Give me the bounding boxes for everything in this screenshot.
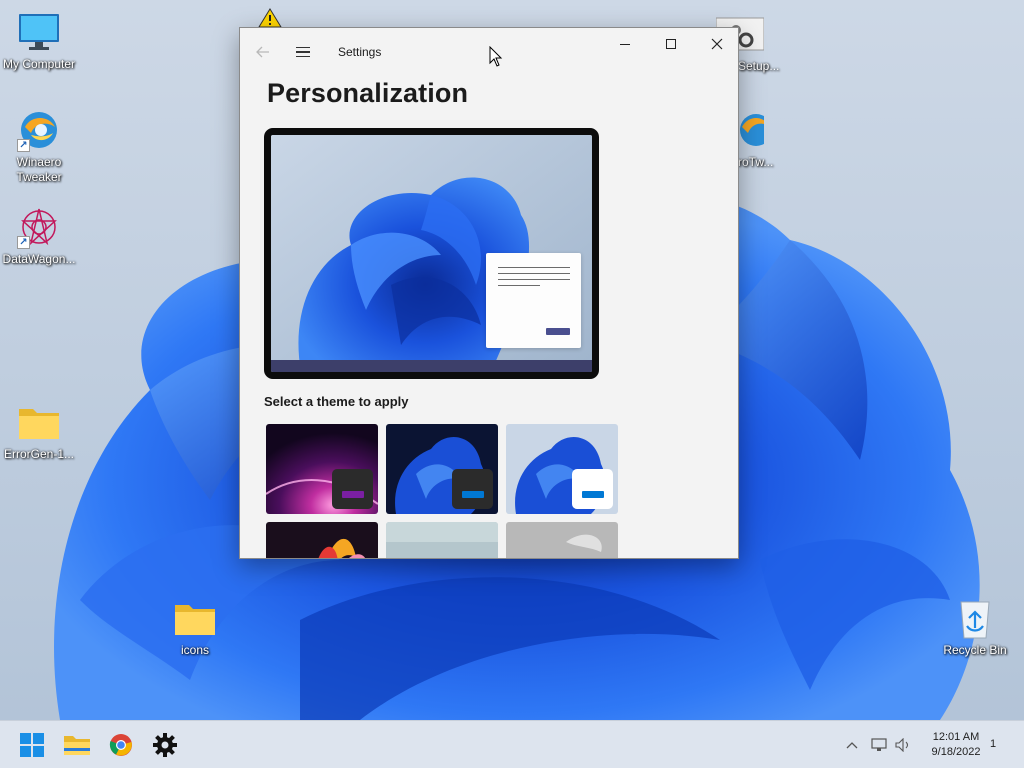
back-arrow-icon[interactable] <box>252 41 274 63</box>
chevron-up-icon[interactable] <box>844 741 860 749</box>
desktop-icon-label: DataWagon... <box>2 252 76 266</box>
theme-captured-motion[interactable] <box>266 522 378 558</box>
winaero-tweaker-icon: ↗ <box>15 108 63 152</box>
desktop-icon-icons-folder[interactable]: icons <box>157 596 233 658</box>
notification-count[interactable]: 1 <box>990 738 996 750</box>
close-button[interactable] <box>694 28 738 60</box>
shortcut-arrow-icon: ↗ <box>17 139 30 152</box>
folder-icon <box>171 596 219 640</box>
clock-time: 12:01 AM <box>932 731 980 743</box>
settings-window[interactable]: Settings Personalization Select a theme … <box>239 27 739 559</box>
maximize-button[interactable] <box>648 28 694 60</box>
recycle-bin-icon <box>951 596 999 640</box>
file-explorer-button[interactable] <box>61 729 93 761</box>
folder-icon <box>64 736 90 755</box>
chrome-button[interactable] <box>105 729 137 761</box>
shortcut-arrow-icon: ↗ <box>17 236 30 249</box>
theme-sunrise[interactable] <box>386 522 498 558</box>
taskbar: 12:01 AM 9/18/2022 1 <box>0 720 1024 768</box>
volume-icon[interactable] <box>894 738 912 752</box>
computer-icon <box>15 10 63 54</box>
desktop-icon-label: Setup... <box>738 59 780 73</box>
theme-section-label: Select a theme to apply <box>264 394 409 409</box>
datawagon-icon: ↗ <box>15 205 63 249</box>
theme-preview <box>264 128 599 379</box>
network-icon[interactable] <box>870 738 888 752</box>
preview-window-mock <box>486 253 581 348</box>
page-title: Personalization <box>267 78 469 108</box>
desktop-icon-my-computer[interactable]: My Computer <box>1 10 77 72</box>
desktop-icon-recycle-bin[interactable]: Recycle Bin <box>937 596 1013 658</box>
window-title: Settings <box>338 45 382 59</box>
desktop-icon-label: ErrorGen-1... <box>3 447 75 461</box>
chrome-icon <box>109 734 132 756</box>
desktop-icon-label: icons <box>180 643 209 657</box>
theme-flow[interactable] <box>506 522 618 558</box>
windows-logo-icon <box>20 733 44 757</box>
folder-icon <box>15 400 63 444</box>
desktop-icon-datawagon[interactable]: ↗ DataWagon... <box>1 205 77 267</box>
theme-glow-dark[interactable] <box>266 424 378 514</box>
settings-button[interactable] <box>149 729 181 761</box>
desktop-icon-label: My Computer <box>2 57 76 71</box>
taskbar-clock[interactable]: 12:01 AM 9/18/2022 <box>918 730 994 760</box>
theme-bloom-light[interactable] <box>506 424 618 514</box>
clock-date: 9/18/2022 <box>931 746 981 758</box>
desktop-icon-label: roTw... <box>738 155 774 169</box>
theme-bloom-dark[interactable] <box>386 424 498 514</box>
hamburger-menu-icon[interactable] <box>292 41 314 63</box>
gear-icon <box>153 733 177 757</box>
desktop-icon-label: Recycle Bin <box>943 643 1007 657</box>
desktop-icon-label: Winaero Tweaker <box>16 155 62 184</box>
desktop-icon-winaero-tweaker[interactable]: ↗ Winaero Tweaker <box>1 108 77 185</box>
desktop-icon-errorgen[interactable]: ErrorGen-1... <box>1 400 77 462</box>
mouse-cursor-icon <box>489 45 503 73</box>
minimize-button[interactable] <box>602 28 648 60</box>
preview-taskbar <box>271 360 592 372</box>
start-button[interactable] <box>16 729 48 761</box>
